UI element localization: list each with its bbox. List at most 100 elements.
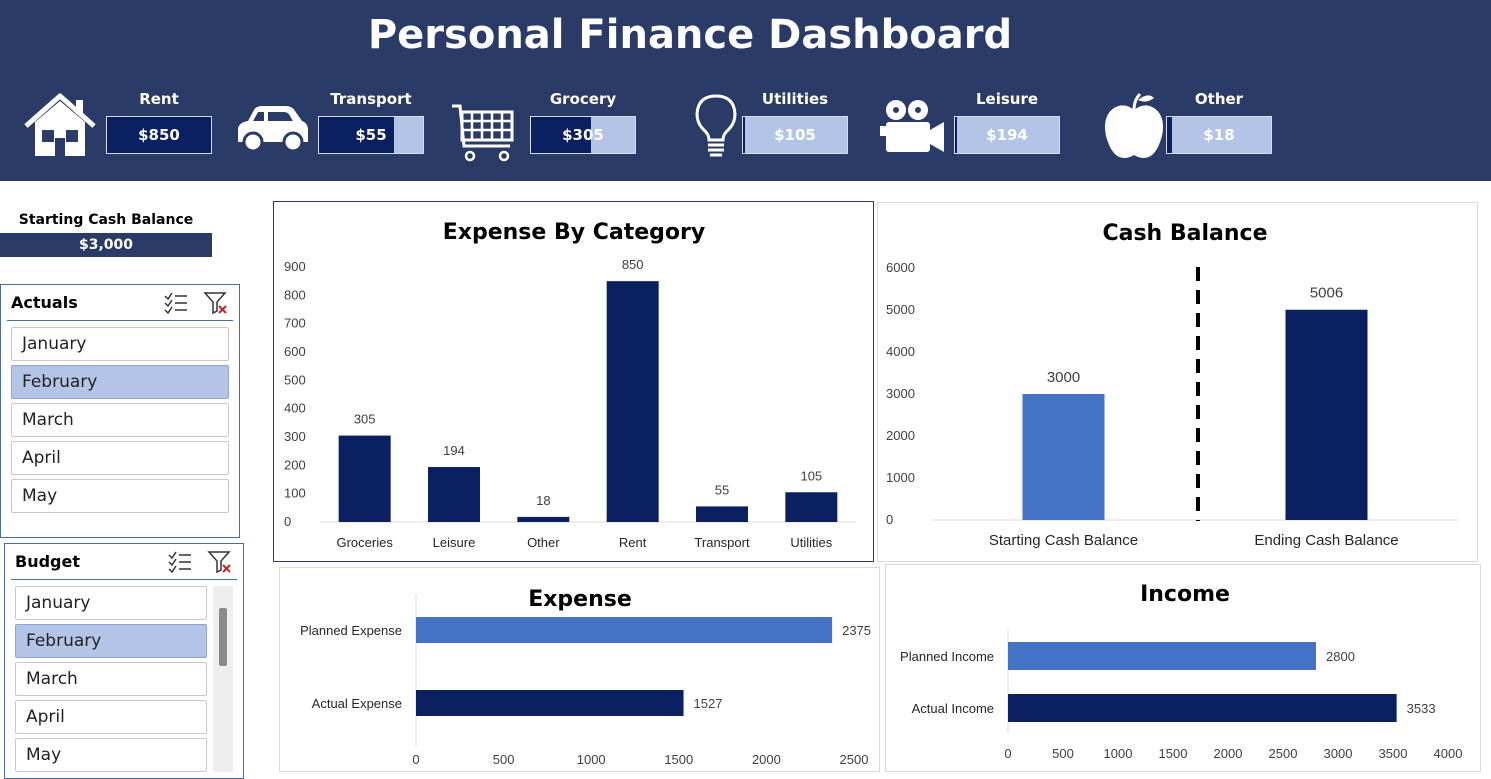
bar-rent [606, 281, 659, 522]
chart-title: Cash Balance [1102, 221, 1267, 246]
budget-item-march[interactable]: March [15, 662, 207, 696]
y-tick-label: 700 [284, 316, 306, 331]
y-tick-label: 600 [284, 344, 306, 359]
kpi-label-transport: Transport [330, 90, 412, 108]
dashboard-header: Personal Finance Dashboard Rent $850 Tra… [0, 0, 1491, 181]
cash-balance-panel: Cash Balance 0 1000 2000 3000 4000 5000 6000 300… [877, 202, 1478, 562]
y-tick-label: 5000 [886, 302, 915, 317]
budget-scrollbar[interactable] [213, 586, 233, 772]
kpi-label-grocery: Grocery [549, 90, 617, 108]
x-tick-label: Transport [694, 535, 750, 550]
data-label: 850 [622, 257, 644, 272]
actuals-slicer: Actuals January February March April May [0, 284, 240, 538]
data-label: 3000 [1047, 369, 1080, 386]
x-tick-label: Starting Cash Balance [989, 532, 1138, 549]
data-label: 55 [715, 482, 729, 497]
budget-item-april[interactable]: April [15, 700, 207, 734]
budget-item-may[interactable]: May [15, 738, 207, 772]
expense-panel: Expense 0 500 1000 1500 2000 2500 2375 Planned E… [279, 567, 880, 772]
x-tick-label: 3000 [1324, 746, 1353, 761]
actuals-slicer-header: Actuals [7, 285, 233, 321]
y-tick-label: 300 [284, 429, 306, 444]
y-tick-label: 6000 [886, 260, 915, 275]
budget-scrollbar-thumb[interactable] [219, 608, 227, 666]
car-icon [238, 106, 308, 153]
x-tick-label: 2500 [840, 752, 869, 767]
apple-icon [1105, 92, 1163, 158]
actuals-slicer-title: Actuals [11, 293, 78, 312]
x-tick-label: 1500 [1159, 746, 1188, 761]
bar-actual-income [1008, 694, 1397, 722]
actuals-item-may[interactable]: May [11, 479, 229, 513]
x-tick-label: Ending Cash Balance [1254, 532, 1398, 549]
y-tick-label: 200 [284, 457, 306, 472]
expense-chart: Expense 0 500 1000 1500 2000 2500 2375 Planned E… [300, 587, 871, 767]
y-tick-label: 400 [284, 401, 306, 416]
bar-utilities [785, 492, 838, 522]
kpi-value-grocery: $305 [562, 126, 604, 144]
kpi-utilities: $105 [742, 116, 848, 154]
data-label: 2375 [842, 623, 871, 638]
budget-item-january[interactable]: January [15, 586, 207, 620]
actuals-item-february[interactable]: February [11, 365, 229, 399]
bar-planned-income [1008, 642, 1316, 670]
y-tick-label: 800 [284, 287, 306, 302]
budget-slicer-title: Budget [15, 552, 80, 571]
expense-by-category-chart: Expense By Category 0 100 200 300 400 500 600 70… [284, 220, 856, 550]
kpi-other: $18 [1166, 116, 1272, 154]
page-title: Personal Finance Dashboard [367, 12, 1013, 58]
actuals-item-march[interactable]: March [11, 403, 229, 437]
income-chart: Income 0 500 1000 1500 2000 2500 3000 3500 4000 28… [900, 582, 1463, 761]
kpi-leisure: $194 [954, 116, 1060, 154]
clear-filter-icon[interactable] [203, 291, 229, 315]
data-label: 105 [800, 468, 822, 483]
cash-balance-chart: Cash Balance 0 1000 2000 3000 4000 5000 6000 300… [886, 221, 1458, 549]
starting-cash-value: $3,000 [0, 233, 212, 257]
multi-select-icon[interactable] [167, 550, 193, 574]
bar-leisure [428, 467, 480, 522]
bar-ending-cash-balance [1285, 309, 1368, 520]
y-tick-label: 500 [284, 372, 306, 387]
actuals-item-january[interactable]: January [11, 327, 229, 361]
actuals-item-april[interactable]: April [11, 441, 229, 475]
x-tick-label: 2000 [752, 752, 781, 767]
multi-select-icon[interactable] [163, 291, 189, 315]
bar-transport [696, 506, 748, 522]
data-label: 1527 [694, 696, 723, 711]
y-tick-label: 0 [886, 512, 893, 527]
expense-by-category-panel: Expense By Category 0 100 200 300 400 500 600 70… [273, 201, 874, 562]
data-label: 3533 [1407, 701, 1436, 716]
film-camera-icon [880, 100, 944, 152]
x-tick-label: 4000 [1434, 746, 1463, 761]
y-tick-label: 900 [284, 259, 306, 274]
income-panel: Income 0 500 1000 1500 2000 2500 3000 3500 4000 28… [885, 564, 1481, 772]
x-tick-label: Utilities [790, 535, 832, 550]
x-tick-label: 3500 [1379, 746, 1408, 761]
house-icon [24, 93, 96, 156]
chart-title: Expense [528, 587, 632, 612]
x-tick-label: Rent [619, 535, 647, 550]
data-label: 194 [443, 443, 465, 458]
y-tick-label: 0 [284, 514, 291, 529]
y-tick-label: Planned Income [900, 649, 994, 664]
budget-item-february[interactable]: February [15, 624, 207, 658]
kpi-label-utilities: Utilities [761, 90, 829, 108]
kpi-label-rent: Rent [139, 90, 179, 108]
y-tick-label: Actual Income [912, 701, 994, 716]
x-tick-label: 1000 [577, 752, 606, 767]
data-label: 2800 [1326, 649, 1355, 664]
kpi-rent: $850 [106, 116, 212, 154]
bar-groceries [338, 435, 391, 522]
kpi-grocery: $305 [530, 116, 636, 154]
y-tick-label: 2000 [886, 428, 915, 443]
y-tick-label: 4000 [886, 344, 915, 359]
data-label: 18 [536, 493, 550, 508]
x-tick-label: Groceries [336, 535, 393, 550]
x-tick-label: 500 [493, 752, 515, 767]
clear-filter-icon[interactable] [207, 550, 233, 574]
x-tick-label: 1500 [664, 752, 693, 767]
bar-other [517, 516, 570, 522]
kpi-value-transport: $55 [355, 126, 387, 144]
bar-starting-cash-balance [1022, 394, 1105, 520]
y-tick-label: Actual Expense [312, 696, 402, 711]
